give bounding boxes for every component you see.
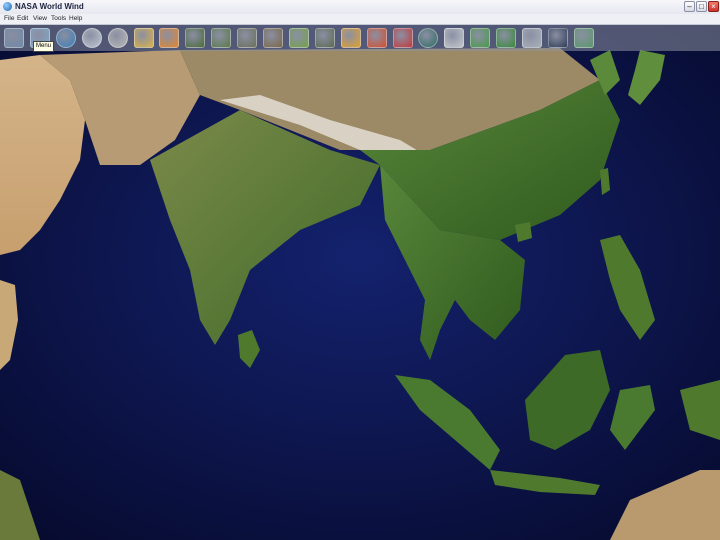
compass-layer-icon[interactable]	[547, 28, 568, 48]
elevation-layer-icon[interactable]	[237, 28, 258, 48]
search-icon[interactable]	[81, 28, 102, 48]
maximize-button[interactable]: □	[696, 1, 707, 12]
grid-layer-icon[interactable]	[470, 28, 491, 48]
menu-tools[interactable]: Tools	[51, 14, 66, 24]
menu-bar: File Edit View Tools Help	[0, 14, 720, 25]
earth-globe-icon[interactable]	[55, 28, 76, 48]
terrain-layer-icon[interactable]	[263, 28, 283, 48]
imagery-layer-icon[interactable]	[211, 28, 232, 48]
topography-layer-icon[interactable]	[133, 28, 154, 48]
fires-layer-icon[interactable]	[366, 28, 387, 48]
menu-button-icon[interactable]	[4, 28, 24, 48]
us-flag-layer-icon[interactable]	[392, 28, 413, 48]
atmosphere-layer-icon[interactable]	[573, 28, 594, 48]
weather-layer-icon[interactable]	[340, 28, 361, 48]
menu-view[interactable]: View	[33, 14, 47, 24]
menu-file[interactable]: File	[4, 14, 14, 24]
satellite-layer-icon[interactable]	[314, 28, 335, 48]
landsat-layer-icon[interactable]	[185, 28, 206, 48]
moon-globe-icon[interactable]	[107, 28, 128, 48]
landcover-layer-icon[interactable]	[288, 28, 309, 48]
close-button[interactable]: ×	[708, 1, 719, 12]
toolbar-tooltip: Menu	[33, 41, 55, 52]
boundaries-layer-icon[interactable]	[444, 28, 465, 48]
earth-globe-render[interactable]	[0, 25, 720, 540]
title-bar: NASA World Wind – □ ×	[0, 0, 720, 15]
minimize-button[interactable]: –	[684, 1, 695, 12]
menu-help[interactable]: Help	[69, 14, 82, 24]
vegetation-layer-icon[interactable]	[496, 28, 517, 48]
temperature-layer-icon[interactable]	[159, 28, 180, 48]
world-wind-app-icon	[3, 2, 12, 11]
globe-view[interactable]	[0, 25, 720, 540]
menu-edit[interactable]: Edit	[17, 14, 28, 24]
window-title: NASA World Wind	[15, 2, 84, 11]
scale-layer-icon[interactable]	[522, 28, 542, 48]
